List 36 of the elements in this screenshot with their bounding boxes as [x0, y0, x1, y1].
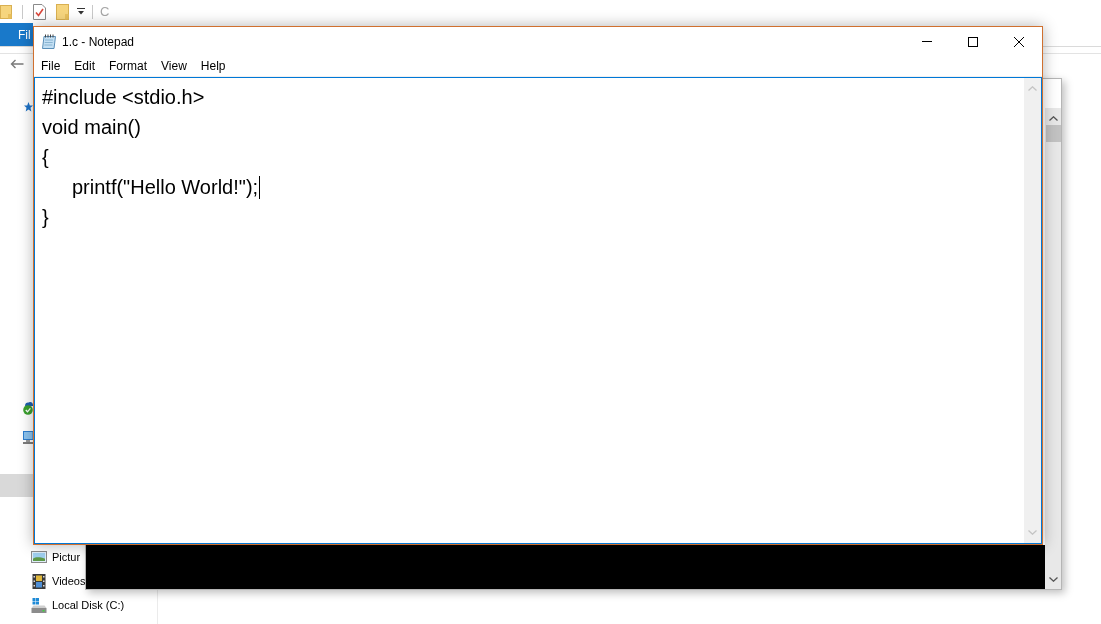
code-line: void main() [42, 115, 141, 140]
nav-item[interactable]: Pictur [31, 545, 81, 569]
explorer-title: C [100, 4, 110, 19]
window-title: 1.c - Notepad [62, 34, 135, 49]
minimize-icon [922, 41, 932, 42]
code-line: #include <stdio.h> [42, 85, 205, 110]
file-tab[interactable]: Fil [0, 23, 33, 46]
menu-item[interactable]: Format [102, 57, 155, 75]
folder-icon[interactable] [0, 4, 12, 19]
chevron-down-icon[interactable] [1048, 577, 1058, 582]
vertical-scrollbar[interactable] [1045, 108, 1061, 589]
back-arrow-icon[interactable] [10, 59, 24, 69]
close-icon [1014, 36, 1024, 47]
hard-drive-icon [31, 597, 47, 613]
chevron-up-icon[interactable] [1048, 116, 1058, 121]
menu-item[interactable]: File [34, 57, 68, 75]
properties-icon[interactable] [33, 3, 46, 20]
scrollbar-thumb[interactable] [1045, 125, 1061, 142]
nav-item[interactable]: Local Disk (C:) [31, 593, 125, 617]
monitor-icon [23, 431, 33, 444]
picture-icon [31, 551, 47, 563]
dropdown-icon[interactable] [77, 8, 85, 15]
text-editor[interactable]: #include <stdio.h> void main() { printf("Hello World!"); } [34, 77, 1042, 544]
menu-item[interactable]: Help [193, 57, 233, 75]
menu-item[interactable]: View [154, 57, 194, 75]
code-line: } [42, 205, 49, 230]
nav-selection-highlight [0, 474, 33, 497]
nav-item[interactable]: Videos [31, 569, 86, 593]
film-strip-icon [31, 573, 47, 589]
menu-item[interactable]: Edit [67, 57, 103, 75]
notepad-icon [42, 34, 56, 49]
code-line: { [42, 145, 49, 170]
star-icon [24, 102, 33, 112]
folder-icon[interactable] [56, 3, 69, 20]
maximize-icon [968, 36, 978, 47]
code-line: printf("Hello World!"); [71, 175, 259, 200]
